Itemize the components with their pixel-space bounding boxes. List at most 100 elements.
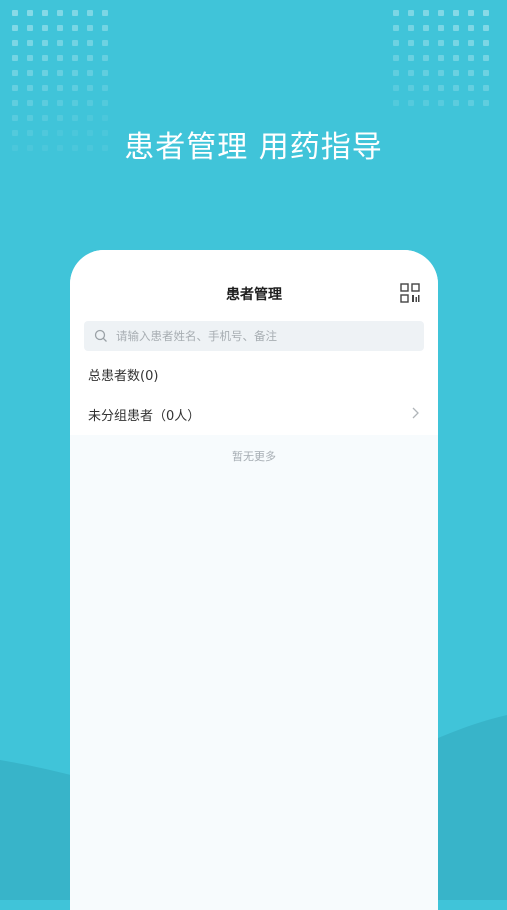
decorative-dot xyxy=(42,100,48,106)
decorative-dot xyxy=(57,40,63,46)
decorative-dot xyxy=(483,55,489,61)
decorative-dot xyxy=(57,85,63,91)
decorative-dot xyxy=(102,115,108,121)
decorative-dot xyxy=(483,25,489,31)
decorative-dot xyxy=(453,70,459,76)
decorative-dot xyxy=(42,55,48,61)
decorative-dot xyxy=(408,55,414,61)
decorative-dot xyxy=(408,25,414,31)
decorative-dot xyxy=(408,40,414,46)
decorative-dot xyxy=(393,40,399,46)
decorative-dot xyxy=(87,70,93,76)
decorative-dot xyxy=(393,25,399,31)
decorative-dot xyxy=(393,100,399,106)
decorative-dot xyxy=(438,100,444,106)
group-count: （0人） xyxy=(153,408,201,424)
decorative-dot xyxy=(438,40,444,46)
decorative-dot xyxy=(423,25,429,31)
decorative-dot xyxy=(102,70,108,76)
ungrouped-patients-row[interactable]: 未分组患者 （0人） xyxy=(70,395,438,433)
decorative-dot xyxy=(393,55,399,61)
decorative-dot xyxy=(27,100,33,106)
decorative-dot xyxy=(423,100,429,106)
page-title: 患者管理 xyxy=(226,287,282,303)
qr-code-icon[interactable] xyxy=(400,283,420,303)
decorative-dot xyxy=(27,25,33,31)
decorative-dot xyxy=(72,40,78,46)
decorative-dot xyxy=(27,10,33,16)
decorative-dot xyxy=(12,115,18,121)
decorative-dot xyxy=(468,25,474,31)
search-icon xyxy=(94,329,107,342)
decorative-dot xyxy=(468,10,474,16)
decorative-dot xyxy=(57,100,63,106)
group-name: 未分组患者 xyxy=(88,408,154,424)
decorative-dot xyxy=(87,85,93,91)
decorative-dot xyxy=(87,25,93,31)
decorative-dot xyxy=(102,100,108,106)
decorative-dot xyxy=(42,40,48,46)
decorative-dot xyxy=(42,25,48,31)
decorative-dot xyxy=(72,100,78,106)
decorative-dot xyxy=(102,10,108,16)
decorative-dot xyxy=(423,55,429,61)
decorative-dot xyxy=(468,100,474,106)
decorative-dot xyxy=(57,55,63,61)
decorative-dot xyxy=(72,115,78,121)
decorative-dot xyxy=(87,115,93,121)
decorative-dot xyxy=(87,40,93,46)
decorative-dot xyxy=(12,70,18,76)
decorative-dot xyxy=(483,10,489,16)
decorative-dot xyxy=(102,55,108,61)
decorative-dot xyxy=(393,70,399,76)
decorative-dot xyxy=(483,70,489,76)
decorative-dot xyxy=(438,10,444,16)
decorative-dot xyxy=(453,100,459,106)
decorative-dot xyxy=(423,70,429,76)
decorative-dot xyxy=(453,25,459,31)
total-patients-label: 总患者数(0) xyxy=(88,369,159,384)
phone-mockup: 患者管理 总患者数(0) 未分组患者 （0人） 暂无更多 xyxy=(70,250,438,910)
decorative-dot xyxy=(72,55,78,61)
decorative-dot xyxy=(468,55,474,61)
search-input[interactable] xyxy=(114,328,408,344)
decorative-dot xyxy=(12,25,18,31)
decorative-dot xyxy=(408,70,414,76)
decorative-dot xyxy=(12,100,18,106)
no-more-text: 暂无更多 xyxy=(232,450,276,463)
decorative-dot xyxy=(483,85,489,91)
decorative-dot xyxy=(27,70,33,76)
search-bar[interactable] xyxy=(84,321,424,351)
decorative-dot xyxy=(453,40,459,46)
chevron-right-icon xyxy=(412,407,419,419)
decorative-dot xyxy=(42,70,48,76)
decorative-dot xyxy=(42,85,48,91)
decorative-dot xyxy=(12,85,18,91)
decorative-dot xyxy=(423,10,429,16)
decorative-dot xyxy=(423,40,429,46)
decorative-dot xyxy=(408,10,414,16)
decorative-dot xyxy=(468,70,474,76)
decorative-dot xyxy=(12,10,18,16)
decorative-dot xyxy=(393,10,399,16)
decorative-dot xyxy=(72,85,78,91)
decorative-dot xyxy=(483,40,489,46)
decorative-dot xyxy=(483,100,489,106)
decorative-dot xyxy=(42,115,48,121)
decorative-dot xyxy=(87,100,93,106)
decorative-dot xyxy=(102,40,108,46)
decorative-dot xyxy=(102,25,108,31)
decorative-dot xyxy=(27,55,33,61)
decorative-dot xyxy=(468,40,474,46)
decorative-dot xyxy=(72,25,78,31)
decorative-dot xyxy=(57,25,63,31)
decorative-dot xyxy=(393,85,399,91)
header-panel: 患者管理 总患者数(0) 未分组患者 （0人） xyxy=(70,250,438,435)
decorative-dot xyxy=(438,85,444,91)
decorative-dot xyxy=(57,10,63,16)
decorative-dot xyxy=(438,70,444,76)
decorative-dot xyxy=(423,85,429,91)
decorative-dot xyxy=(408,100,414,106)
decorative-dot xyxy=(468,85,474,91)
decorative-dot xyxy=(438,55,444,61)
